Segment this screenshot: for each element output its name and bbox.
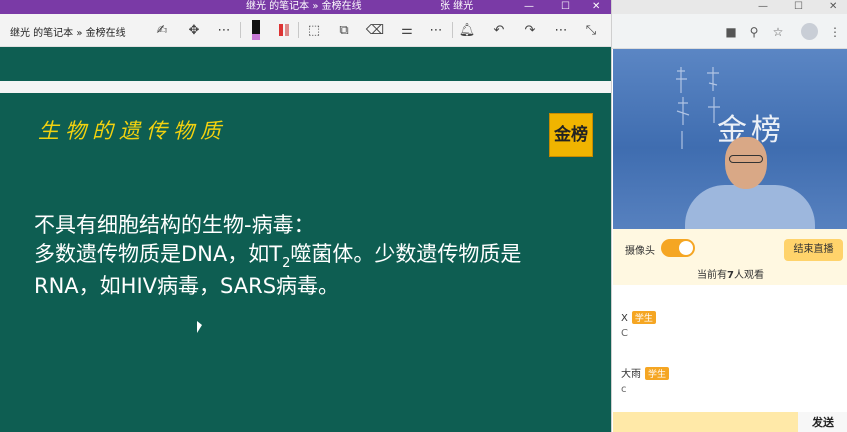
screen: 继光 的笔记本 » 金榜在线 张 继光 — ☐ ✕ 继光 的笔记本 » 金榜在线… xyxy=(0,0,847,432)
role-badge: 学生 xyxy=(631,311,656,324)
watcher-count: 当前有7人观看 xyxy=(613,266,847,281)
mouse-cursor-icon xyxy=(197,321,202,333)
onenote-toolbar: 继光 的笔记本 » 金榜在线 ✍ ✥ ⋯ ⬚ ⧉ ⌫ ⚌ ⋯ 🔔︎ ↶ ↷ ⋯ … xyxy=(0,14,611,47)
browser-toolbar: ■ ⚲ ☆ ⋮ xyxy=(612,14,847,49)
teacher-head xyxy=(725,137,767,189)
breadcrumb[interactable]: 继光 的笔记本 » 金榜在线 xyxy=(10,24,126,39)
watchers-prefix: 当前有 xyxy=(697,270,728,281)
pen-red-icon[interactable] xyxy=(274,20,294,40)
chat-message: X 学生 C xyxy=(621,311,656,339)
zoom-icon[interactable]: ⚲ xyxy=(745,23,763,41)
onenote-window: 继光 的笔记本 » 金榜在线 张 继光 — ☐ ✕ 继光 的笔记本 » 金榜在线… xyxy=(0,0,611,432)
glasses-icon xyxy=(729,155,763,163)
more-icon[interactable]: ⋯ xyxy=(214,20,234,40)
user-name[interactable]: 张 继光 xyxy=(440,0,473,14)
account-icon[interactable] xyxy=(801,23,818,40)
menu-icon[interactable]: ⋮ xyxy=(826,23,844,41)
lasso-icon[interactable]: ⬚ xyxy=(304,20,324,40)
fullscreen-icon[interactable]: ⤡ xyxy=(581,20,601,40)
chat-message: 大雨 学生 c xyxy=(621,365,670,395)
chat-list: X 学生 C 大雨 学生 c xyxy=(613,285,847,412)
chalkboard-page[interactable]: 生物的遗传物质 金榜 不具有细胞结构的生物-病毒： 多数遗传物质是DNA，如T2… xyxy=(0,93,611,432)
lesson-text: 不具有细胞结构的生物-病毒： 多数遗传物质是DNA，如T2噬菌体。少数遗传物质是… xyxy=(34,211,521,301)
close-icon[interactable]: ✕ xyxy=(829,0,837,14)
move-icon[interactable]: ✥ xyxy=(184,20,204,40)
minimize-icon[interactable]: — xyxy=(758,0,768,14)
video-camera-icon[interactable]: ■ xyxy=(722,23,740,41)
eraser-icon[interactable]: ⌫ xyxy=(365,20,385,40)
lesson-line-2-part-a: 多数遗传物质是DNA，如T xyxy=(34,242,283,266)
watchers-count: 7 xyxy=(727,270,734,281)
touch-writing-icon[interactable]: ✍ xyxy=(152,20,172,40)
more-icon[interactable]: ⋯ xyxy=(426,20,446,40)
ruler-icon[interactable]: ⚌ xyxy=(397,20,417,40)
toggle-knob xyxy=(679,241,693,255)
window-title: 继光 的笔记本 » 金榜在线 xyxy=(246,1,362,12)
camera-label: 摄像头 xyxy=(625,246,655,257)
lesson-line-1: 不具有细胞结构的生物-病毒： xyxy=(34,213,315,237)
toolbar-separator xyxy=(452,22,453,38)
chat-user: X xyxy=(621,313,628,324)
chat-text: C xyxy=(621,328,628,339)
maximize-icon[interactable]: ☐ xyxy=(794,0,803,14)
teacher-body xyxy=(685,185,815,229)
board-top-band xyxy=(0,47,611,81)
browser-window: — ☐ ✕ ■ ⚲ ☆ ⋮ 金榜 摄像头 结束直播 当前有7人观看 X 学生 C… xyxy=(611,0,847,432)
live-controls: 摄像头 结束直播 当前有7人观看 xyxy=(613,229,847,285)
close-icon[interactable]: ✕ xyxy=(592,0,600,14)
undo-icon[interactable]: ↶ xyxy=(489,20,509,40)
teacher-video: 金榜 xyxy=(613,49,847,229)
board-heading: 生物的遗传物质 xyxy=(38,119,227,143)
lesson-line-2: 多数遗传物质是DNA，如T2噬菌体。少数遗传物质是 xyxy=(34,240,521,272)
send-button[interactable]: 发送 xyxy=(798,412,847,432)
bell-icon[interactable]: 🔔︎ xyxy=(457,20,477,40)
redo-icon[interactable]: ↷ xyxy=(520,20,540,40)
lesson-line-3: RNA，如HIV病毒，SARS病毒。 xyxy=(34,274,340,298)
chat-text: c xyxy=(621,384,627,395)
browser-title-bar: — ☐ ✕ xyxy=(612,0,847,14)
shapes-icon[interactable]: ⧉ xyxy=(334,20,354,40)
toolbar-separator xyxy=(240,22,241,38)
toolbar-separator xyxy=(298,22,299,38)
onenote-title-bar: 继光 的笔记本 » 金榜在线 张 继光 — ☐ ✕ xyxy=(0,0,611,14)
minimize-icon[interactable]: — xyxy=(524,0,534,14)
jinbang-logo: 金榜 xyxy=(549,113,593,157)
subscript: 2 xyxy=(282,256,291,271)
watchers-suffix: 人观看 xyxy=(733,270,764,281)
camera-toggle[interactable] xyxy=(661,239,695,257)
chat-user: 大雨 xyxy=(621,369,641,380)
role-badge: 学生 xyxy=(645,367,670,380)
star-icon[interactable]: ☆ xyxy=(769,23,787,41)
pen-black-icon[interactable] xyxy=(246,20,266,40)
lesson-line-2-part-b: 噬菌体。少数遗传物质是 xyxy=(290,242,522,266)
board-divider-line xyxy=(0,81,611,93)
end-live-button[interactable]: 结束直播 xyxy=(784,239,843,261)
more-icon[interactable]: ⋯ xyxy=(551,20,571,40)
maximize-icon[interactable]: ☐ xyxy=(561,0,570,14)
